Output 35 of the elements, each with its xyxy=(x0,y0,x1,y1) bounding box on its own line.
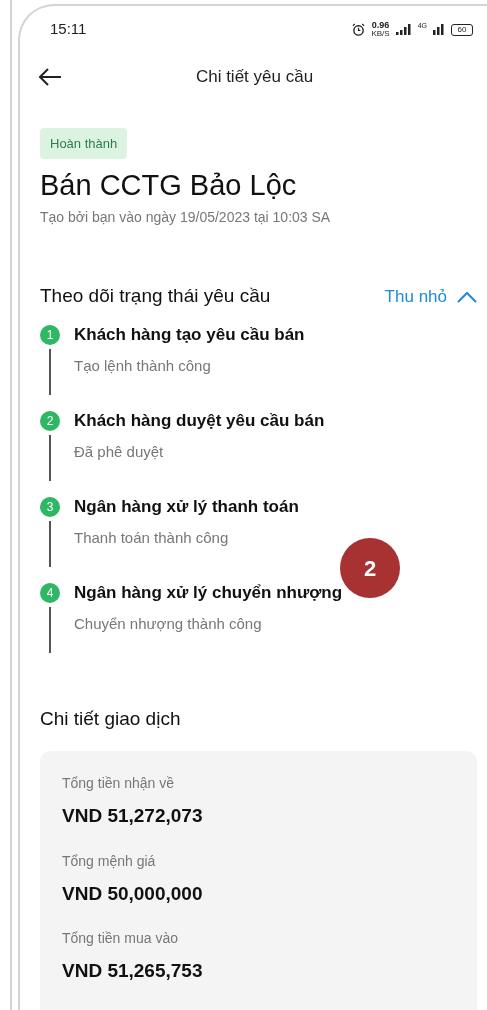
step-title: Ngân hàng xử lý thanh toán xyxy=(74,496,299,517)
battery-indicator: 60 xyxy=(451,23,473,36)
step-subtitle: Đã phê duyệt xyxy=(74,441,165,462)
step-number: 1 xyxy=(40,324,60,345)
collapse-toggle[interactable]: Thu nhỏ xyxy=(384,283,477,310)
signal-icon xyxy=(433,24,445,35)
detail-label: Tổng mệnh giá xyxy=(62,851,157,871)
step-number: 3 xyxy=(40,496,60,517)
detail-value: VND 51,272,073 xyxy=(62,804,204,829)
request-title: Bán CCTG Bảo Lộc xyxy=(40,168,298,203)
step-number: 4 xyxy=(40,582,60,603)
step-subtitle: Tạo lệnh thành công xyxy=(74,355,212,376)
detail-label: Tổng tiền nhận về xyxy=(62,774,176,794)
step-title: Khách hàng tạo yêu cầu bán xyxy=(74,324,305,345)
signal-icon xyxy=(395,24,412,35)
step-number: 2 xyxy=(40,410,60,431)
section-title: Chi tiết giao dịch xyxy=(40,706,182,731)
network-speed: 0.96 xyxy=(371,21,390,30)
status-tag: Hoàn thành xyxy=(40,127,128,159)
step-subtitle: Thanh toán thành công xyxy=(74,527,230,548)
page-title: Chi tiết yêu cầu xyxy=(194,66,315,88)
detail-label: Tổng tiền mua vào xyxy=(62,929,179,949)
detail-value: VND 51,265,753 xyxy=(62,959,204,984)
section-title: Theo dõi trạng thái yêu cầu xyxy=(40,284,271,309)
back-arrow-icon[interactable] xyxy=(38,66,62,87)
detail-value: VND 50,000,000 xyxy=(62,881,204,906)
annotation-badge: 2 xyxy=(340,538,400,598)
speed-unit: KB/S xyxy=(371,30,390,38)
status-time: 15:11 xyxy=(50,19,87,40)
created-info: Tạo bởi bạn vào ngày 19/05/2023 tại 10:03 SA xyxy=(40,208,332,228)
step-title: Ngân hàng xử lý chuyển nhượng xyxy=(74,582,343,603)
chevron-up-icon xyxy=(457,290,477,303)
step-title: Khách hàng duyệt yêu cầu bán xyxy=(74,410,325,431)
step-subtitle: Chuyển nhượng thành công xyxy=(74,613,263,634)
alarm-icon xyxy=(352,23,366,36)
